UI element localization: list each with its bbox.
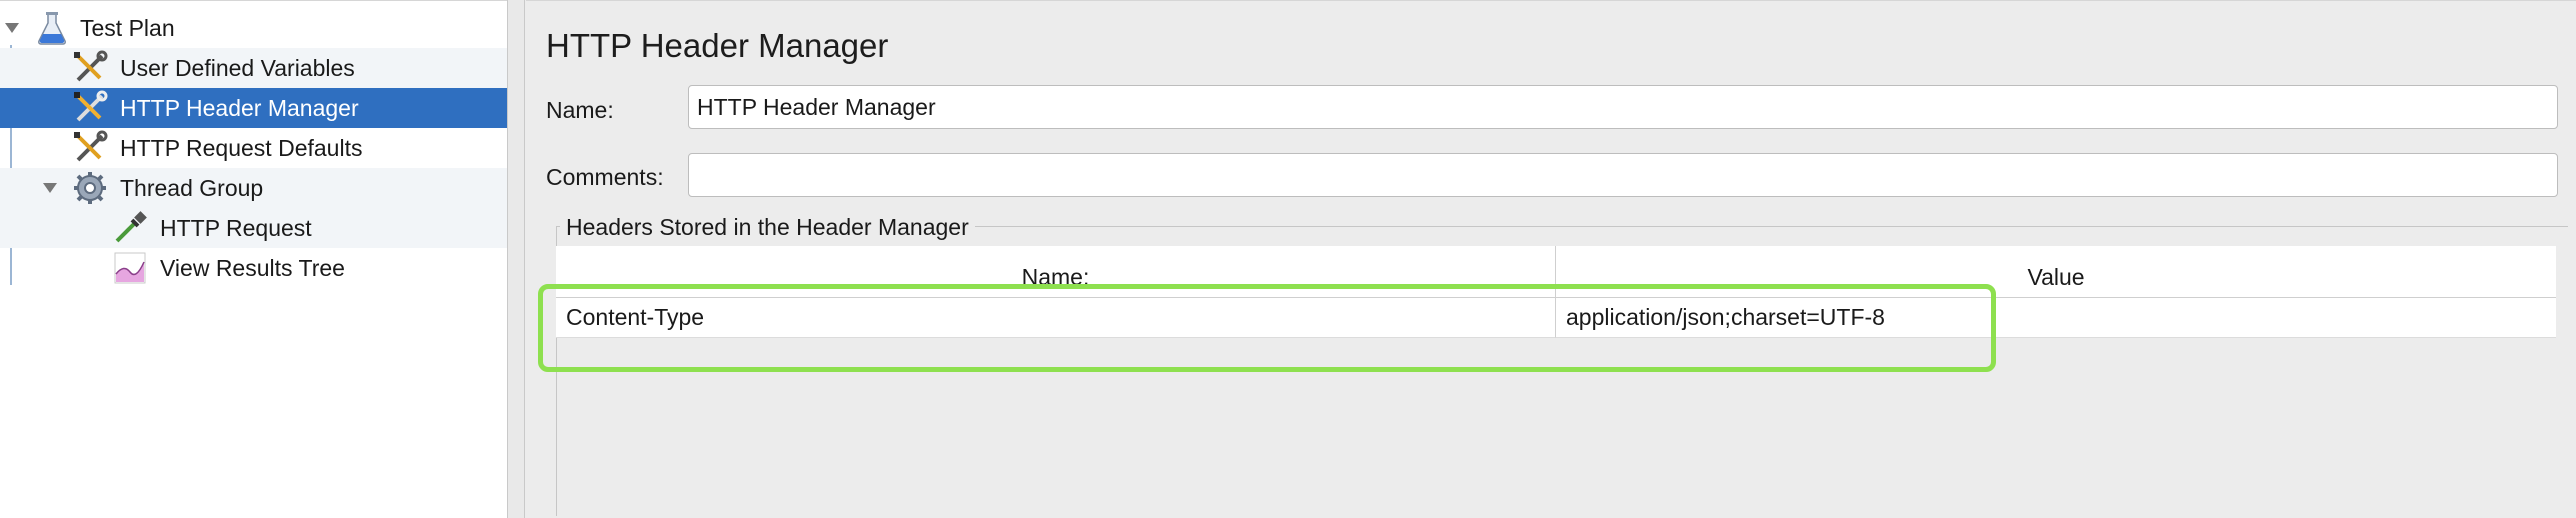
- test-plan-tree: Test Plan User Defined Variables HTTP He…: [0, 0, 507, 518]
- gear-icon: [72, 170, 108, 206]
- annotation-highlight-box: [538, 284, 1996, 372]
- wrench-screwdriver-icon: [72, 90, 108, 126]
- tree-item-thread-group[interactable]: Thread Group: [0, 168, 507, 208]
- chart-icon: [112, 250, 148, 286]
- name-label: Name:: [546, 97, 614, 123]
- expand-arrow-icon[interactable]: [2, 18, 22, 38]
- pipette-icon: [112, 210, 148, 246]
- header-manager-editor: HTTP Header Manager Name: Comments: Head…: [526, 0, 2576, 518]
- tree-item-label: View Results Tree: [160, 254, 345, 281]
- tree-item-view-results-tree[interactable]: View Results Tree: [0, 248, 507, 288]
- comments-label: Comments:: [546, 164, 664, 190]
- tree-item-user-defined-variables[interactable]: User Defined Variables: [0, 48, 507, 88]
- wrench-screwdriver-icon: [72, 50, 108, 86]
- tree-item-label: HTTP Header Manager: [120, 94, 359, 121]
- split-pane-divider[interactable]: [507, 0, 525, 518]
- jmeter-window: Test Plan User Defined Variables HTTP He…: [0, 0, 2576, 518]
- tree-item-http-header-manager[interactable]: HTTP Header Manager: [0, 88, 507, 128]
- tree-item-label: Test Plan: [80, 14, 175, 41]
- tree-item-http-request[interactable]: HTTP Request: [0, 208, 507, 248]
- comments-field[interactable]: [688, 153, 2558, 197]
- tree-item-test-plan[interactable]: Test Plan: [0, 8, 507, 48]
- expand-arrow-icon[interactable]: [40, 178, 60, 198]
- tree-item-label: User Defined Variables: [120, 54, 355, 81]
- flask-icon: [34, 10, 70, 46]
- page-title: HTTP Header Manager: [546, 27, 889, 64]
- name-field[interactable]: [688, 85, 2558, 129]
- tree-item-label: Thread Group: [120, 174, 264, 201]
- tree-item-label: HTTP Request Defaults: [120, 134, 363, 161]
- tree-item-http-request-defaults[interactable]: HTTP Request Defaults: [0, 128, 507, 168]
- headers-group-title: Headers Stored in the Header Manager: [560, 214, 975, 241]
- tree-item-label: HTTP Request: [160, 214, 312, 241]
- wrench-screwdriver-icon: [72, 130, 108, 166]
